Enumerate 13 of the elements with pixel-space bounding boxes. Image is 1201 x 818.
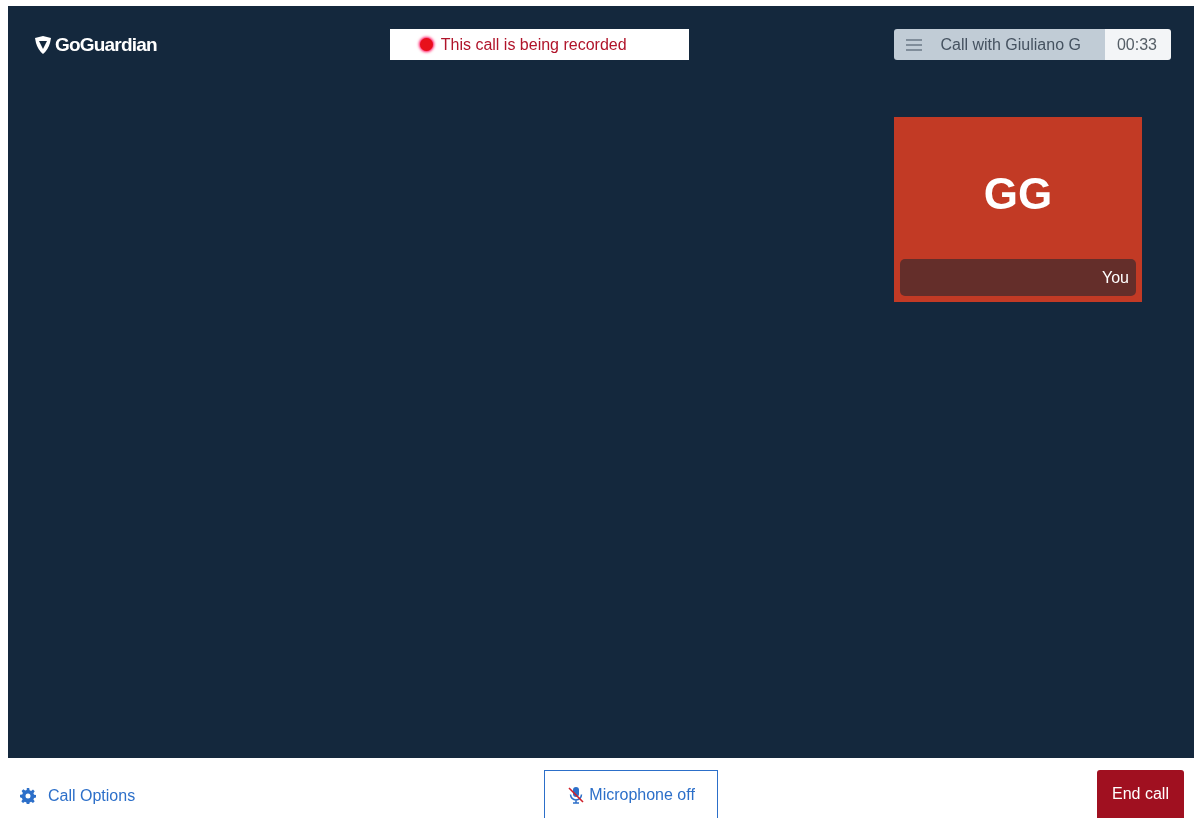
participant-initials: GG [982,168,1054,219]
call-timer: 00:33 [1104,29,1171,60]
end-call-button[interactable]: End call [1097,770,1184,818]
call-menu-button[interactable]: Call with Giuliano G [894,29,1105,60]
microphone-button[interactable]: Microphone off [544,770,719,818]
logo-text: GoGuardian [55,33,157,56]
menu-icon [906,38,923,51]
settings-icon [20,788,36,804]
recording-notice: This call is being recorded [440,35,627,54]
microphone-muted-icon [567,785,586,804]
call-options-button[interactable]: Call Options [20,787,136,805]
participant-name: You [1102,268,1129,287]
shield-logo-icon [33,34,53,55]
